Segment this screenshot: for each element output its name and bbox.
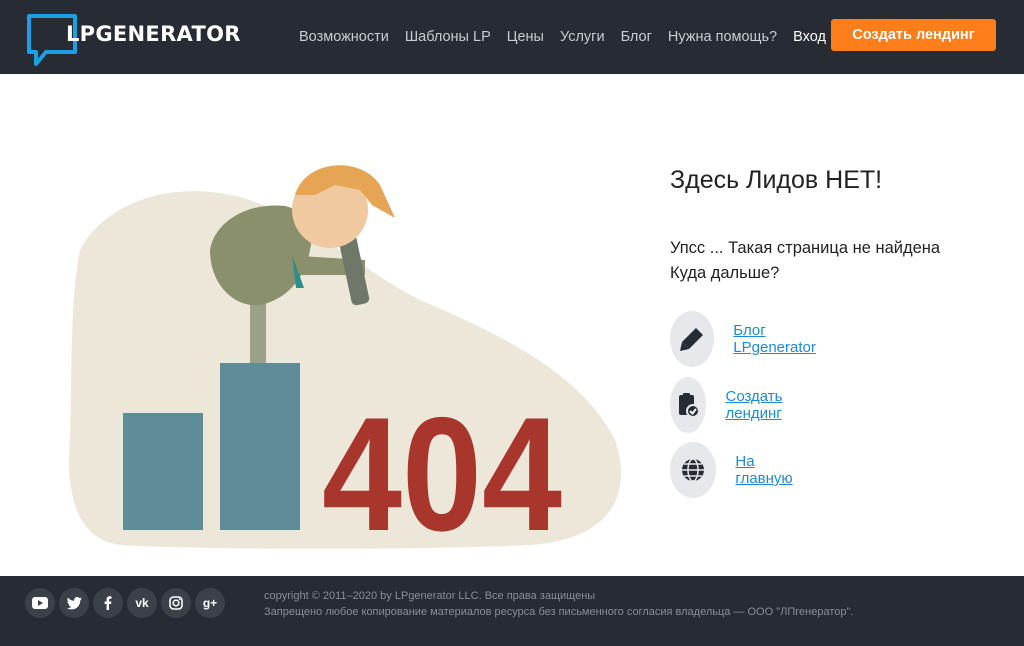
create-landing-link[interactable]: Создать лендинг [725,388,802,422]
copyright-text: copyright © 2011–2020 by LPgenerator LLC… [264,590,596,602]
blog-link-row[interactable]: Блог LPgenerator [670,311,828,367]
nav-prices[interactable]: Цены [507,29,544,45]
blog-link[interactable]: Блог LPgenerator [733,322,827,356]
vk-icon[interactable]: vk [127,588,157,618]
where-next-text: Куда дальше? [670,264,780,282]
home-link[interactable]: На главную [735,453,802,487]
social-links: vk g+ [25,588,229,618]
twitter-icon[interactable] [59,588,89,618]
site-footer: vk g+ copyright © 2011–2020 by LPgenerat… [0,576,1024,646]
home-link-row[interactable]: На главную [670,442,802,498]
page-title: Здесь Лидов НЕТ! [670,166,883,194]
facebook-icon[interactable] [93,588,123,618]
login-link[interactable]: Вход [793,29,826,45]
google-plus-icon[interactable]: g+ [195,588,225,618]
404-illustration: 404 [60,140,630,565]
bar-tall [220,363,300,530]
copy-notice: Запрещено любое копирование материалов р… [264,606,854,618]
404-code: 404 [322,384,562,560]
main-nav: Возможности Шаблоны LP Цены Услуги Блог … [299,0,842,74]
create-landing-button[interactable]: Создать лендинг [831,19,996,51]
instagram-icon[interactable] [161,588,191,618]
nav-services[interactable]: Услуги [560,29,605,45]
bar-short [123,413,203,530]
logo-text: LPGENERATOR [66,22,241,46]
site-header: LPGENERATOR Возможности Шаблоны LP Цены … [0,0,1024,74]
youtube-icon[interactable] [25,588,55,618]
pencil-icon [670,311,715,367]
nav-blog[interactable]: Блог [621,29,652,45]
globe-icon [670,442,717,498]
copyright: copyright © 2011–2020 by LPgenerator LLC… [264,588,853,620]
nav-help[interactable]: Нужна помощь? [668,29,777,45]
not-found-text: Упсс ... Такая страница не найдена [670,239,941,257]
logo[interactable]: LPGENERATOR [26,12,240,68]
error-message: Упсс ... Такая страница не найдена Куда … [670,236,940,286]
clipboard-check-icon [670,377,707,433]
nav-features[interactable]: Возможности [299,29,389,45]
nav-templates[interactable]: Шаблоны LP [405,29,491,45]
create-landing-link-row[interactable]: Создать лендинг [670,377,802,433]
